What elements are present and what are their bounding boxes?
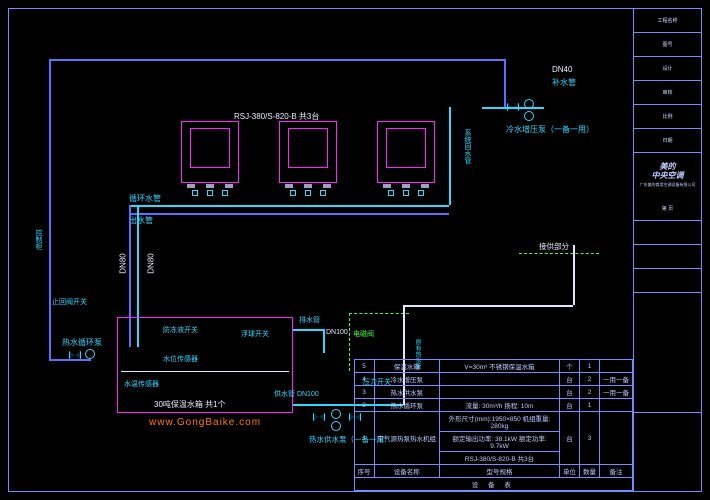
- port-icon: [403, 190, 409, 196]
- label-pump-loop: 热水循环泵: [62, 337, 102, 348]
- label-fill-pipe: 补水管: [552, 77, 576, 88]
- tb-row: [634, 293, 701, 413]
- label-system-return: 系统回水管: [462, 129, 472, 164]
- label-units-header: RSJ-380/S-820-B 共3台: [234, 111, 319, 122]
- label-cold-fill-pump: 冷水增压泵（一备一用）: [506, 124, 594, 135]
- label-levelctl: 水位传感器: [163, 354, 198, 364]
- heat-pump-unit: [279, 121, 337, 183]
- pipe: [449, 107, 451, 205]
- title-block: 工程名称 图号 设计 审核 比例 日期 美的 中央空调 广东美的商用空调设备有限…: [633, 9, 701, 491]
- pipe: [504, 59, 506, 107]
- pipe: [49, 359, 91, 361]
- label-antifouling: 防冻液开关: [163, 325, 198, 335]
- tb-row: 设计: [634, 57, 701, 81]
- tb-row: 工程名称: [634, 9, 701, 33]
- pipe: [573, 245, 575, 305]
- label-loop-pipe: 循环水管: [129, 193, 161, 204]
- tb-row: 审核: [634, 81, 701, 105]
- label-supply-dn: 供水管 DN100: [274, 389, 319, 399]
- port-icon: [207, 190, 213, 196]
- supply-pump-icon: [331, 421, 341, 431]
- heat-pump-unit: [377, 121, 435, 183]
- supply-pump-icon: [331, 409, 341, 419]
- label-solenoid: 电磁阀: [353, 329, 374, 339]
- label-tank: 30吨保温水箱 共1个: [154, 399, 226, 410]
- port-icon: [222, 190, 228, 196]
- label-dn80b: DN80: [147, 253, 156, 273]
- label-dn100: DN100: [326, 329, 348, 336]
- pipe: [482, 107, 544, 109]
- port-icon: [305, 190, 311, 196]
- tb-row: [634, 269, 701, 293]
- pipe: [293, 329, 323, 331]
- tb-row: 比例: [634, 105, 701, 129]
- loop-pump-icon: [85, 349, 95, 359]
- cold-fill-pump-icon: [524, 111, 534, 121]
- tb-row: 图号: [634, 33, 701, 57]
- pipe: [49, 59, 504, 61]
- label-gov-section: 接供部分: [539, 241, 569, 252]
- control-dash: [349, 313, 350, 371]
- tb-row: 第 页: [634, 197, 701, 221]
- section-divider: [519, 253, 599, 254]
- port-icon: [418, 190, 424, 196]
- water-level: [121, 371, 289, 372]
- label-dn40: DN40: [552, 65, 572, 74]
- bom-table: 5保温水箱V=30m³ 不锈钢保温水箱个1 4冷水增压泵台2一用一备 3热水供水…: [354, 359, 634, 491]
- port-icon: [320, 190, 326, 196]
- valve-icon: [507, 103, 519, 111]
- manifold: [129, 205, 449, 207]
- pipe: [49, 59, 51, 359]
- port-icon: [290, 190, 296, 196]
- drawing-canvas: DN40 补水管 冷水增压泵（一备一用） 系统回水管 控制柜 RSJ-380/S…: [9, 9, 633, 491]
- port-icon: [388, 190, 394, 196]
- port-icon: [192, 190, 198, 196]
- valve-icon: [313, 413, 325, 421]
- watermark-text: www.GongBaike.com: [149, 417, 261, 428]
- cold-fill-pump-icon: [524, 99, 534, 109]
- pipe: [403, 305, 573, 307]
- heat-pump-unit: [181, 121, 239, 183]
- bom-title: 设 备 表: [354, 478, 633, 491]
- tb-row: [634, 221, 701, 245]
- label-float: 浮球开关: [241, 329, 269, 339]
- drawing-frame: DN40 补水管 冷水增压泵（一备一用） 系统回水管 控制柜 RSJ-380/S…: [8, 8, 702, 492]
- label-control-box: 控制柜: [33, 229, 43, 250]
- control-dash: [349, 313, 409, 314]
- brand-logo: 美的 中央空调 广东美的商用空调设备有限公司: [634, 153, 701, 197]
- pipe: [323, 329, 325, 353]
- label-drain: 排水管: [299, 315, 320, 325]
- manifold-return: [129, 213, 449, 215]
- tb-row: [634, 245, 701, 269]
- valve-icon: [69, 351, 81, 359]
- label-dn80a: DN80: [119, 253, 128, 273]
- label-bleed: 止回阀开关: [52, 297, 87, 307]
- label-sensor: 水温传感器: [124, 379, 159, 389]
- label-out-pipe: 出水管: [129, 215, 153, 226]
- tb-row: 日期: [634, 129, 701, 153]
